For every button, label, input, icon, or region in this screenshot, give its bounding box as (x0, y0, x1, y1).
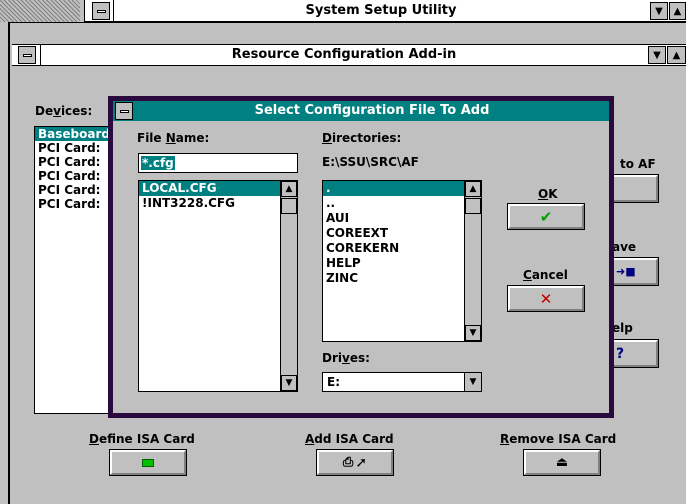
dialog-system-menu-icon[interactable] (115, 102, 133, 120)
add-to-af-label: to AF (620, 157, 656, 171)
list-item[interactable]: LOCAL.CFG (139, 181, 280, 196)
cancel-label: Cancel (523, 268, 568, 282)
current-path: E:\SSU\SRC\AF (322, 155, 419, 169)
scroll-down-icon[interactable]: ▼ (281, 375, 297, 391)
ok-button[interactable]: ✔ (507, 203, 585, 230)
devices-list[interactable]: Baseboard PCI Card: PCI Card: PCI Card: … (34, 126, 114, 414)
file-list[interactable]: LOCAL.CFG !INT3228.CFG ▲ ▼ (138, 180, 298, 392)
scroll-thumb[interactable] (281, 198, 297, 214)
mouse-cursor-icon: ➚ (355, 454, 368, 471)
drives-label: Drives: (322, 351, 370, 365)
outer-minimize-icon[interactable]: ▼ (650, 2, 668, 20)
list-item[interactable]: PCI Card: (35, 169, 113, 183)
scroll-up-icon[interactable]: ▲ (281, 181, 297, 197)
remove-isa-card-button[interactable]: ⏏ (523, 449, 601, 476)
inner-system-menu-icon[interactable] (18, 46, 36, 64)
drives-select[interactable]: E: ▼ (322, 372, 482, 392)
define-isa-card-label: Define ISA Card (89, 432, 195, 446)
directories-scrollbar[interactable]: ▲ ▼ (464, 181, 481, 341)
outer-window-title: System Setup Utility (305, 3, 457, 18)
close-icon: ✕ (539, 289, 553, 308)
list-item[interactable]: PCI Card: (35, 141, 113, 155)
ok-label: OK (538, 187, 558, 201)
remove-isa-card-label: Remove ISA Card (500, 432, 617, 446)
inner-window-title: Resource Configuration Add-in (231, 47, 457, 62)
directories-label: Directories: (322, 131, 402, 145)
list-item[interactable]: !INT3228.CFG (139, 196, 280, 211)
list-item[interactable]: COREEXT (323, 226, 464, 241)
file-name-label: File Name: (137, 131, 210, 145)
list-item[interactable]: HELP (323, 256, 464, 271)
cancel-button[interactable]: ✕ (507, 285, 585, 312)
add-isa-card-label: Add ISA Card (305, 432, 394, 446)
drives-value: E: (327, 375, 340, 389)
save-icon: ➜■ (616, 265, 636, 278)
file-list-scrollbar[interactable]: ▲ ▼ (280, 181, 297, 391)
list-item[interactable]: AUI (323, 211, 464, 226)
list-item[interactable]: Baseboard (35, 127, 113, 141)
scroll-thumb[interactable] (465, 198, 481, 214)
add-isa-card-button[interactable]: ⎙ ➚ (316, 449, 394, 476)
devices-label: Devices: (35, 104, 93, 118)
save-label: ave (612, 240, 637, 254)
file-name-value: *.cfg (141, 156, 175, 170)
outer-title-hatch (0, 0, 80, 22)
outer-maximize-icon[interactable]: ▲ (669, 2, 686, 20)
list-item[interactable]: .. (323, 196, 464, 211)
add-card-icon: ⎙ (342, 455, 354, 470)
list-item[interactable]: PCI Card: (35, 183, 113, 197)
directories-list[interactable]: . .. AUI COREEXT COREKERN HELP ZINC ▲ ▼ (322, 180, 482, 342)
list-item[interactable]: PCI Card: (35, 155, 113, 169)
scroll-down-icon[interactable]: ▼ (465, 325, 481, 341)
isa-card-icon (142, 458, 154, 467)
file-name-input[interactable]: *.cfg (138, 153, 298, 173)
help-label: elp (612, 321, 633, 335)
inner-maximize-icon[interactable]: ▲ (667, 46, 686, 64)
remove-card-icon: ⏏ (555, 455, 569, 470)
scroll-up-icon[interactable]: ▲ (465, 181, 481, 197)
define-isa-card-button[interactable] (109, 449, 187, 476)
list-item[interactable]: . (323, 181, 464, 196)
inner-minimize-icon[interactable]: ▼ (648, 46, 666, 64)
list-item[interactable]: COREKERN (323, 241, 464, 256)
list-item[interactable]: ZINC (323, 271, 464, 286)
list-item[interactable]: PCI Card: (35, 197, 113, 211)
chevron-down-icon[interactable]: ▼ (464, 373, 481, 391)
help-icon: ? (616, 345, 625, 362)
outer-system-menu-icon[interactable] (92, 2, 110, 20)
dialog-title: Select Configuration File To Add (254, 103, 490, 118)
check-icon: ✔ (539, 207, 553, 226)
